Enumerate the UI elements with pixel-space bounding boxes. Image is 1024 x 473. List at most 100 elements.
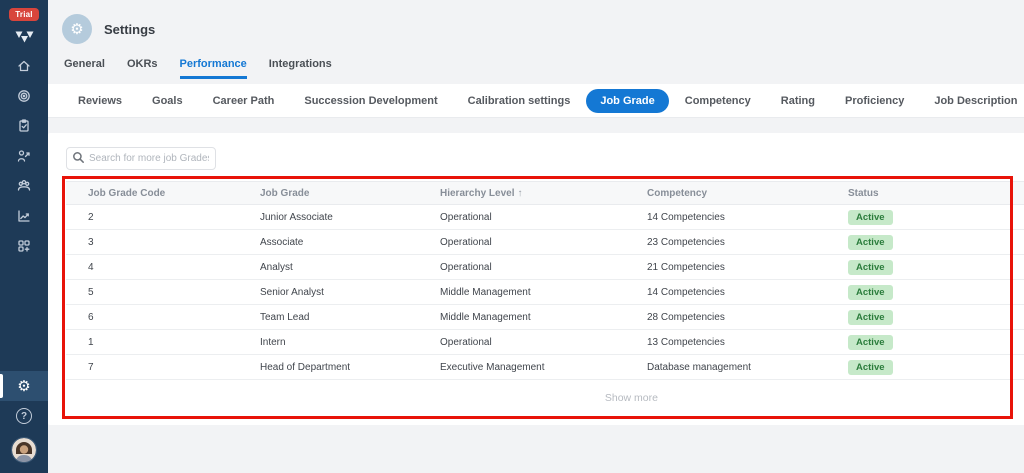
cell-job-grade-code: 5 — [88, 286, 94, 298]
search-icon — [72, 151, 85, 169]
cell-job-grade: Team Lead — [260, 311, 310, 323]
job-grade-panel: + Create Job Grade Job Grade Code Job Gr… — [48, 133, 1024, 425]
table-row: 3 Associate Operational 23 Competencies … — [66, 230, 1024, 255]
cell-competency: 14 Competencies — [647, 286, 725, 298]
cell-job-grade: Analyst — [260, 261, 293, 273]
performance-subtab[interactable]: Goals — [138, 89, 197, 113]
app-window: Trial ⚙ ? ⚙ Settings General OKRs Perfor… — [0, 0, 1024, 473]
cell-job-grade: Head of Department — [260, 361, 351, 373]
cell-competency: 23 Competencies — [647, 236, 725, 248]
cell-hierarchy-level: Middle Management — [440, 286, 531, 298]
column-header-status[interactable]: Status — [848, 188, 958, 199]
status-badge: Active — [848, 309, 893, 325]
column-header-competency[interactable]: Competency — [647, 188, 848, 199]
table-row: 1 Intern Operational 13 Competencies Act… — [66, 330, 1024, 355]
settings-gear-icon: ⚙ — [62, 14, 92, 44]
table-row: 6 Team Lead Middle Management 28 Compete… — [66, 305, 1024, 330]
status-badge: Active — [848, 334, 893, 350]
sidebar: Trial ⚙ ? — [0, 0, 48, 473]
cell-hierarchy-level: Operational — [440, 236, 492, 248]
help-icon: ? — [16, 408, 32, 424]
performance-subtab[interactable]: Career Path — [199, 89, 289, 113]
sidebar-item-reviews[interactable] — [0, 113, 48, 143]
status-badge: Active — [848, 209, 893, 225]
sort-ascending-icon: ↑ — [517, 187, 523, 199]
cell-competency: 13 Competencies — [647, 336, 725, 348]
cell-competency: 21 Competencies — [647, 261, 725, 273]
cell-competency: 14 Competencies — [647, 211, 725, 223]
sidebar-item-analytics[interactable] — [0, 203, 48, 233]
sidebar-item-home[interactable] — [0, 53, 48, 83]
table-body: 2 Junior Associate Operational 14 Compet… — [66, 205, 1024, 380]
gear-icon: ⚙ — [17, 377, 31, 395]
cell-job-grade-code: 2 — [88, 211, 94, 223]
settings-tabs: General OKRs Performance Integrations — [64, 58, 1024, 79]
cell-job-grade-code: 3 — [88, 236, 94, 248]
sidebar-item-team[interactable] — [0, 173, 48, 203]
cell-job-grade: Senior Analyst — [260, 286, 324, 298]
table-row: 7 Head of Department Executive Managemen… — [66, 355, 1024, 380]
settings-tab[interactable]: Integrations — [269, 58, 332, 79]
cell-job-grade-code: 4 — [88, 261, 94, 273]
job-grade-table: Job Grade Code Job Grade Hierarchy Level… — [66, 181, 1024, 416]
table-row: 2 Junior Associate Operational 14 Compet… — [66, 205, 1024, 230]
cell-job-grade-code: 7 — [88, 361, 94, 373]
settings-tab[interactable]: Performance — [179, 58, 247, 79]
search-input[interactable] — [66, 146, 216, 170]
cell-job-grade: Junior Associate — [260, 211, 333, 223]
column-header-job-grade[interactable]: Job Grade — [260, 188, 440, 199]
spacer-strip — [48, 118, 1024, 133]
cell-hierarchy-level: Operational — [440, 211, 492, 223]
performance-subtab[interactable]: Job Description — [920, 89, 1024, 113]
column-header-job-grade-code[interactable]: Job Grade Code — [66, 188, 260, 199]
cell-job-grade: Associate — [260, 236, 304, 248]
status-badge: Active — [848, 284, 893, 300]
performance-subtab[interactable]: Calibration settings — [454, 89, 585, 113]
table-footer: Show more (7 of 7) — [66, 380, 1024, 416]
performance-subtab[interactable]: Succession Development — [290, 89, 451, 113]
person-growth-icon — [16, 148, 32, 169]
show-more-link[interactable]: Show more — [605, 392, 658, 404]
cell-hierarchy-level: Middle Management — [440, 311, 531, 323]
performance-subtab[interactable]: Job Grade — [586, 88, 669, 113]
clipboard-check-icon — [16, 118, 32, 139]
cell-hierarchy-level: Operational — [440, 336, 492, 348]
cell-competency: Database management — [647, 361, 751, 373]
user-avatar[interactable] — [11, 437, 37, 463]
table-row: 4 Analyst Operational 21 Competencies Ac… — [66, 255, 1024, 280]
target-icon — [16, 88, 32, 109]
settings-header: ⚙ Settings General OKRs Performance Integra… — [48, 0, 1024, 84]
table-header-row: Job Grade Code Job Grade Hierarchy Level… — [66, 181, 1024, 205]
cell-job-grade-code: 6 — [88, 311, 94, 323]
sidebar-item-help[interactable]: ? — [0, 401, 48, 431]
sidebar-item-apps[interactable] — [0, 233, 48, 263]
sidebar-item-goals[interactable] — [0, 83, 48, 113]
sidebar-item-settings[interactable]: ⚙ — [0, 371, 48, 401]
chart-line-icon — [16, 208, 32, 229]
settings-tab[interactable]: General — [64, 58, 105, 79]
column-header-action: Action — [958, 188, 1024, 199]
status-badge: Active — [848, 234, 893, 250]
home-icon — [16, 58, 32, 79]
job-grade-toolbar: + Create Job Grade — [66, 145, 1024, 171]
column-header-hierarchy-level[interactable]: Hierarchy Level ↑ — [440, 188, 647, 199]
grid-plus-icon — [16, 238, 32, 259]
trial-badge: Trial — [9, 8, 39, 21]
status-badge: Active — [848, 359, 893, 375]
page-title: Settings — [104, 21, 156, 37]
performance-subtab[interactable]: Reviews — [64, 89, 136, 113]
team-icon — [16, 178, 32, 199]
cell-hierarchy-level: Executive Management — [440, 361, 545, 373]
settings-tab[interactable]: OKRs — [127, 58, 158, 79]
app-logo-icon[interactable] — [15, 31, 34, 49]
sidebar-item-talent[interactable] — [0, 143, 48, 173]
performance-subtab[interactable]: Rating — [767, 89, 829, 113]
table-row: 5 Senior Analyst Middle Management 14 Co… — [66, 280, 1024, 305]
cell-competency: 28 Competencies — [647, 311, 725, 323]
performance-subtab[interactable]: Competency — [671, 89, 765, 113]
performance-subtabs: Reviews Goals Career Path Succession Develo… — [48, 84, 1024, 118]
main-area: ⚙ Settings General OKRs Performance Integra… — [48, 0, 1024, 473]
performance-subtab[interactable]: Proficiency — [831, 89, 918, 113]
status-badge: Active — [848, 259, 893, 275]
cell-job-grade-code: 1 — [88, 336, 94, 348]
